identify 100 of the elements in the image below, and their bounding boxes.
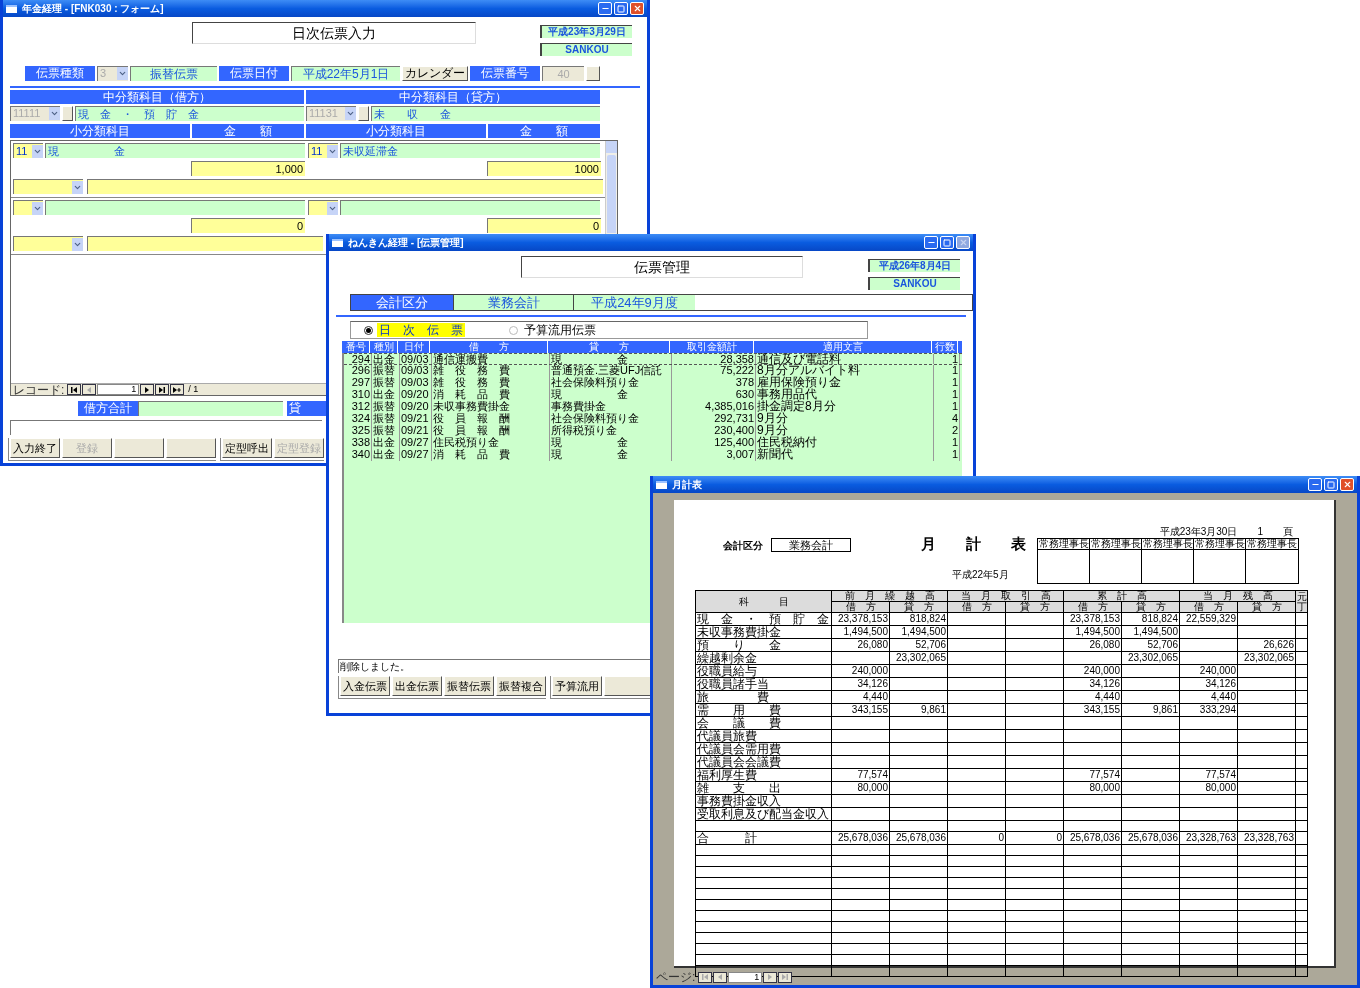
table-cell: 事務費掛金 (550, 401, 672, 413)
calendar-button[interactable]: カレンダー (402, 65, 468, 81)
list-row[interactable]: 296 振替 09/03 雑 役 務 費 普通預金.三菱UFJ信託 75,222 8月分アルバイト料 1 (344, 365, 962, 377)
text-field[interactable]: 未 収 金 (371, 105, 600, 121)
table-cell: 23,328,763 (1237, 831, 1296, 845)
table-cell: 現 金 (550, 389, 672, 401)
table-cell: 掛金調定8月分 (756, 401, 934, 413)
memo-field[interactable] (87, 236, 323, 251)
text-field[interactable]: 現 金 ・ 預 貯 金 (75, 105, 304, 121)
memo-field[interactable] (87, 179, 603, 194)
list-row[interactable]: 310 出金 09/20 消 耗 品 費 現 金 630 事務用品代 1 (344, 389, 962, 401)
amount-field[interactable]: 1,000 (191, 161, 305, 176)
list-row[interactable]: 297 振替 09/03 雑 役 務 費 社会保険料預り金 378 雇用保険預り金 1 (344, 377, 962, 389)
table-cell: 25,678,036 (831, 831, 890, 845)
small-button[interactable] (358, 105, 369, 121)
record-number-field[interactable]: 1 (97, 384, 140, 395)
table-cell: 23,302,065 (1237, 651, 1296, 665)
column-header: 貸 方 (889, 601, 948, 613)
table-cell: 4 (934, 413, 960, 425)
table-cell: 296 (344, 365, 372, 377)
text-field[interactable]: 振替伝票 (130, 65, 217, 81)
last-record-button[interactable] (778, 971, 793, 983)
date-field: 平成23年3月29日 (540, 25, 632, 38)
blank-button[interactable] (166, 438, 216, 458)
first-record-button[interactable] (67, 384, 82, 395)
minimize-button[interactable] (924, 236, 938, 249)
list-row[interactable]: 324 振替 09/21 役 員 報 酬 社会保険料預り金 292,731 9月分 4 (344, 413, 962, 425)
table-cell: 34,126 (1179, 677, 1238, 691)
table-cell: 325 (344, 425, 372, 437)
radio-button[interactable] (509, 325, 518, 335)
text-field[interactable]: 未収延滞金 (340, 143, 600, 158)
text-field[interactable] (340, 200, 600, 215)
blank-button[interactable] (114, 438, 164, 458)
form-button[interactable]: 定型呼出 (222, 438, 272, 458)
amount-field[interactable]: 1000 (487, 161, 601, 176)
table-cell: 26,080 (1063, 638, 1122, 652)
form-button[interactable]: 振替伝票 (444, 676, 494, 696)
window-icon (332, 238, 343, 247)
form-button[interactable]: 入金伝票 (340, 676, 390, 696)
list-row[interactable]: 338 出金 09/27 住民税預り金 現 金 125,400 住民税納付 1 (344, 437, 962, 449)
text-field[interactable]: 現 金 (45, 143, 305, 158)
dropdown[interactable] (13, 236, 83, 251)
field-label: 会計区分 (351, 295, 453, 310)
dropdown[interactable]: 11 (308, 143, 338, 158)
maximize-button[interactable] (614, 2, 628, 15)
table-cell: 4,440 (1179, 690, 1238, 704)
table-cell: 振替 (372, 413, 400, 425)
total-field[interactable] (138, 401, 283, 416)
section-heading: 中分類科目（貸方） (306, 90, 600, 104)
maximize-button[interactable] (940, 236, 954, 249)
table-cell: 2 (934, 425, 960, 437)
first-record-button[interactable] (698, 971, 713, 983)
next-record-button[interactable] (763, 971, 778, 983)
table-cell: 09/03 (400, 354, 432, 364)
form-button[interactable]: 入力終了 (10, 438, 60, 458)
list-row[interactable]: 325 振替 09/21 役 員 報 酬 所得税預り金 230,400 9月分 2 (344, 425, 962, 437)
prev-record-button[interactable] (713, 971, 728, 983)
text-field[interactable]: 平成24年9月度 (573, 295, 695, 310)
text-field[interactable]: 業務会計 (453, 295, 573, 310)
amount-field[interactable]: 0 (191, 218, 305, 233)
form-button[interactable]: 出金伝票 (392, 676, 442, 696)
form-button[interactable]: 予算流用 (552, 676, 602, 696)
last-arrow-icon (157, 384, 168, 395)
table-cell: 292,731 (672, 413, 756, 425)
last-record-button[interactable] (155, 384, 170, 395)
small-button[interactable] (586, 65, 600, 81)
table-cell: 出金 (372, 437, 400, 449)
minimize-button[interactable] (1308, 478, 1322, 491)
minimize-button[interactable] (598, 2, 612, 15)
list-row[interactable]: 294 出金 09/03 通信運搬費 現 金 28,358 通信及び電話料 1 (344, 353, 962, 365)
dropdown[interactable] (308, 200, 338, 215)
table-cell: 09/03 (400, 377, 432, 389)
text-field[interactable] (45, 200, 305, 215)
dropdown[interactable] (13, 179, 83, 194)
list-row[interactable]: 340 出金 09/27 消 耗 品 費 現 金 3,007 新聞代 1 (344, 449, 962, 461)
table-cell: 1 (934, 389, 960, 401)
small-button[interactable] (62, 105, 73, 121)
table-cell: 23,302,065 (889, 651, 948, 665)
close-button[interactable] (630, 2, 644, 15)
amount-field[interactable]: 0 (487, 218, 601, 233)
close-icon (958, 238, 968, 247)
table-cell: 28,358 (672, 354, 756, 364)
maximize-button[interactable] (1324, 478, 1338, 491)
text-field[interactable]: 平成22年5月1日 (291, 65, 400, 81)
prev-record-button[interactable] (82, 384, 97, 395)
table-cell: 未収事務費掛金 (432, 401, 550, 413)
radio-button[interactable] (364, 325, 373, 335)
next-record-button[interactable] (140, 384, 155, 395)
page-number-field[interactable]: 1 (728, 971, 763, 983)
close-button[interactable] (956, 236, 970, 249)
table-cell: 役職員給与 (695, 664, 832, 678)
dropdown[interactable] (13, 200, 43, 215)
dropdown[interactable]: 11 (13, 143, 43, 158)
new-record-button[interactable] (170, 384, 185, 395)
scrollbar[interactable] (606, 141, 617, 233)
list-row[interactable]: 312 振替 09/20 未収事務費掛金 事務費掛金 4,385,016 掛金調定8月分 1 (344, 401, 962, 413)
table-cell: 出金 (372, 389, 400, 401)
close-button[interactable] (1340, 478, 1354, 491)
table-cell: 378 (672, 377, 756, 389)
form-button[interactable]: 振替複合 (496, 676, 546, 696)
